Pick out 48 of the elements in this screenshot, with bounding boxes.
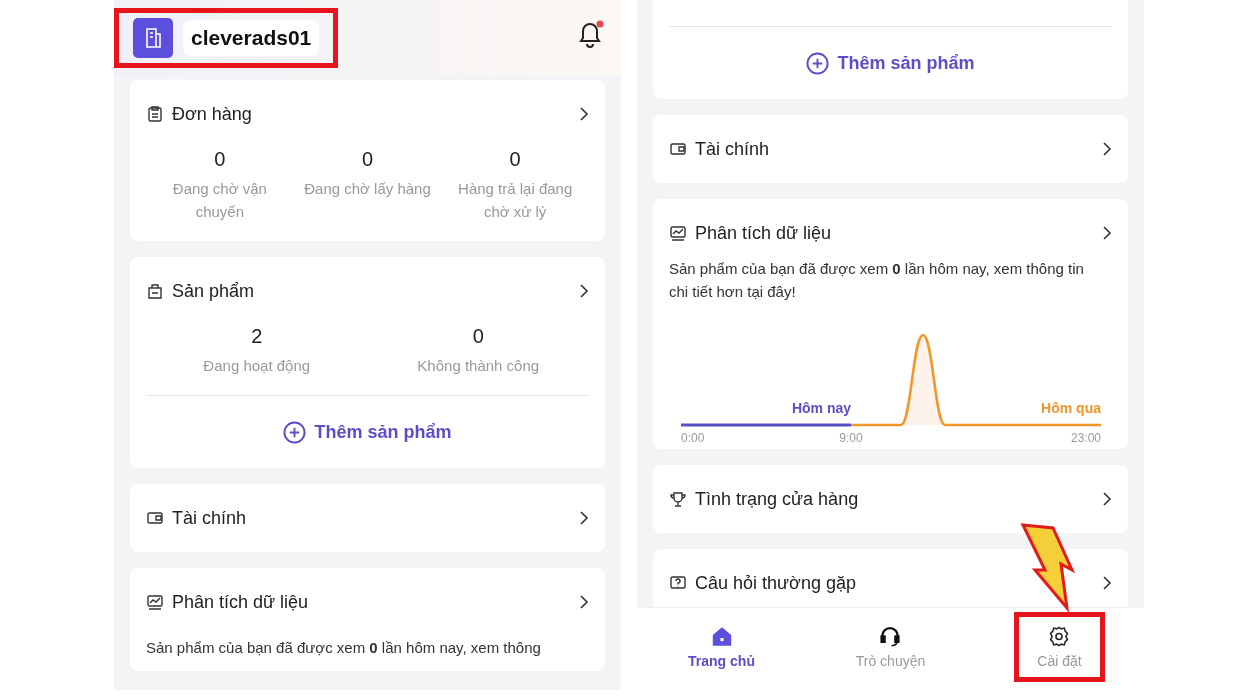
stat-label: Đang chờ lấy hàng xyxy=(304,179,431,199)
question-icon xyxy=(669,574,687,592)
plus-circle-icon xyxy=(806,51,830,75)
description-text: Sản phẩm của bạn đã được xem 0 lần hôm nay, xem thông xyxy=(146,638,542,658)
chevron-right-icon[interactable] xyxy=(1102,141,1112,157)
stat-value: 0 xyxy=(509,148,521,171)
chevron-right-icon[interactable] xyxy=(1102,491,1112,507)
stat-label: Không thành công xyxy=(417,356,540,376)
stat-label: Đang chờ vận chuyển xyxy=(171,179,268,222)
card-title[interactable]: Đơn hàng xyxy=(172,103,571,125)
description-text: Sản phẩm của bạn đã được xem 0 lần hôm nay, xem thông tin chi tiết hơn tại đây! xyxy=(669,259,1085,302)
chevron-right-icon[interactable] xyxy=(579,106,589,122)
building-icon xyxy=(133,18,173,58)
chevron-right-icon[interactable] xyxy=(579,510,589,526)
nav-tab[interactable]: Trang chủ xyxy=(665,612,778,682)
legend-label: Hôm nay xyxy=(791,400,851,416)
chevron-right-icon[interactable] xyxy=(579,594,589,610)
stat-label: Đang hoạt động xyxy=(203,356,311,376)
stat-value: 0 xyxy=(472,325,484,348)
wallet-icon xyxy=(669,140,687,158)
card-title[interactable]: Tình trạng cửa hàng xyxy=(695,488,1094,510)
stat-value: 0 xyxy=(361,148,374,171)
chevron-right-icon[interactable] xyxy=(1102,575,1112,591)
axis-label: 9:00 xyxy=(838,431,863,445)
card-title[interactable]: Tài chính xyxy=(695,138,1094,160)
shop-name: cleverads01 xyxy=(183,20,320,56)
card-title[interactable]: Phân tích dữ liệu xyxy=(172,591,571,613)
chart-icon xyxy=(669,224,687,242)
card-title[interactable]: Tài chính xyxy=(172,507,571,529)
chart-icon xyxy=(146,593,164,611)
stat-label: Hàng trả lại đang chờ xử lý xyxy=(457,179,574,222)
axis-label: 0:00 xyxy=(680,431,704,445)
stat-value: 2 xyxy=(251,325,263,348)
chevron-right-icon[interactable] xyxy=(579,283,589,299)
chevron-right-icon[interactable] xyxy=(1102,225,1112,241)
add-product-button[interactable]: Thêm sản phẩm xyxy=(806,27,975,99)
add-product-button[interactable]: Thêm sản phẩm xyxy=(283,396,452,468)
clipboard-icon xyxy=(146,105,164,123)
trophy-icon xyxy=(669,490,687,508)
wallet-icon xyxy=(146,509,164,527)
card-title[interactable]: Phân tích dữ liệu xyxy=(695,222,1094,244)
axis-label: 23:00 xyxy=(1070,431,1101,445)
plus-circle-icon xyxy=(283,420,307,444)
stat-value: 0 xyxy=(214,148,226,171)
card-title[interactable]: Sản phẩm xyxy=(172,280,571,302)
card-title[interactable]: Câu hỏi thường gặp xyxy=(695,572,1094,594)
legend-label: Hôm qua xyxy=(1040,400,1101,416)
bag-icon xyxy=(146,282,164,300)
